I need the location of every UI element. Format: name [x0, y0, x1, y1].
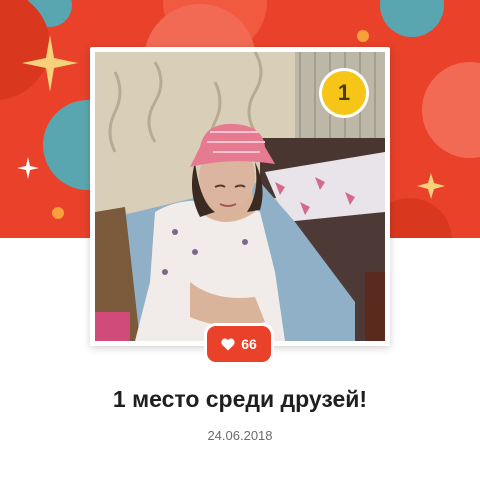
decor-teal-circle	[380, 0, 444, 37]
decor-dot	[357, 30, 369, 42]
achievement-title: 1 место среди друзей!	[112, 386, 368, 412]
likes-count: 66	[241, 336, 257, 352]
likes-button[interactable]: 66	[204, 323, 274, 365]
rank-number: 1	[322, 71, 366, 115]
rank-badge: 1	[319, 68, 369, 118]
sparkle-icon	[17, 157, 39, 179]
photo-card[interactable]: 1	[90, 47, 390, 346]
achievement-date: 24.06.2018	[207, 428, 273, 443]
decor-circle	[422, 62, 480, 158]
decor-dot	[52, 207, 64, 219]
sparkle-icon	[417, 173, 445, 199]
heart-icon	[221, 338, 235, 350]
